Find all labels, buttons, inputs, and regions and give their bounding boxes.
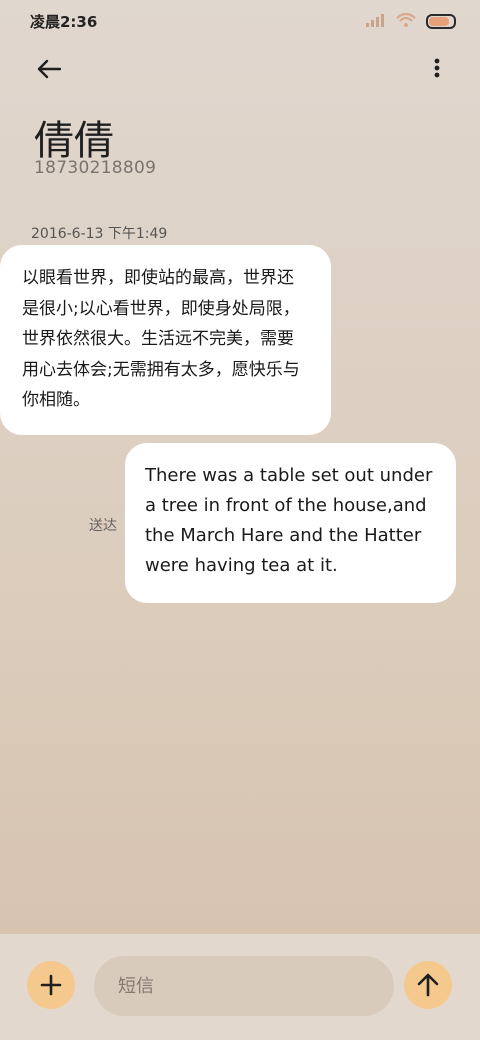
outgoing-message-bubble[interactable]: There was a table set out under a tree i… xyxy=(125,443,456,603)
more-vertical-icon xyxy=(430,58,444,86)
status-icons xyxy=(366,12,456,31)
status-time: 凌晨2:36 xyxy=(30,13,98,31)
signal-icon xyxy=(366,12,386,31)
message-timestamp: 2016-6-13 下午1:49 xyxy=(31,226,168,242)
contact-number: 18730218809 xyxy=(34,158,157,178)
compose-bar xyxy=(0,934,480,1040)
incoming-message-bubble[interactable]: 以眼看世界，即使站的最高，世界还是很小;以心看世界，即使身处局限，世界依然很大。… xyxy=(0,245,331,435)
arrow-up-icon xyxy=(404,961,452,1009)
message-input[interactable] xyxy=(94,956,394,1016)
battery-fill xyxy=(429,17,450,26)
battery-icon xyxy=(426,14,456,29)
delivery-status: 送达 xyxy=(89,518,117,534)
more-options-button[interactable] xyxy=(430,56,444,82)
send-button[interactable] xyxy=(404,961,452,1009)
add-attachment-button[interactable] xyxy=(27,961,75,1009)
wifi-icon xyxy=(396,12,416,31)
status-bar: 凌晨2:36 xyxy=(0,0,480,42)
back-arrow-icon xyxy=(34,59,64,88)
back-button[interactable] xyxy=(34,54,66,84)
plus-icon xyxy=(27,961,75,1009)
